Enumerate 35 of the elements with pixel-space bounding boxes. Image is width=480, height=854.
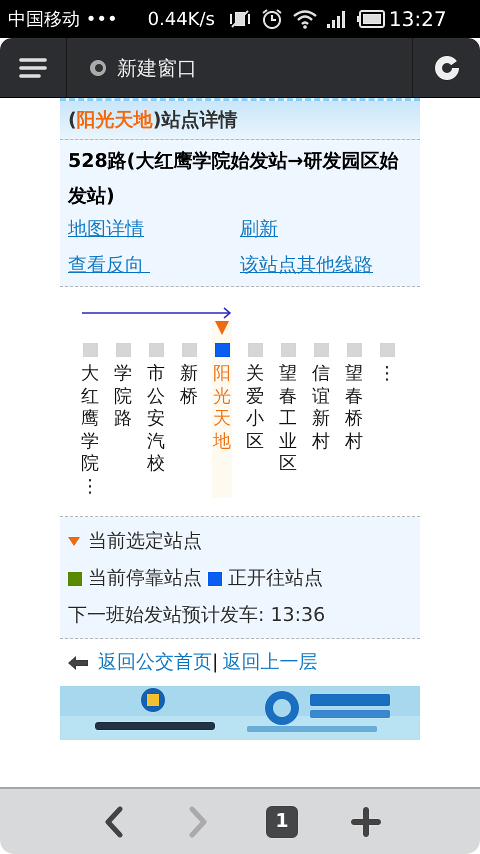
route-title: 528路(大红鹰学院始发站→研发园区始发站) bbox=[68, 149, 400, 209]
page-title: 新建窗口 bbox=[117, 54, 197, 82]
loading-icon bbox=[89, 58, 107, 76]
wifi-icon bbox=[292, 9, 317, 29]
clock-text: 13:27 bbox=[388, 6, 447, 33]
tab-count[interactable]: 1 bbox=[266, 806, 298, 838]
station-name[interactable]: 大红鹰学院⋮ bbox=[81, 363, 99, 498]
legend-label: 正开往站点 bbox=[228, 566, 323, 591]
link[interactable]: 返回公交首页 bbox=[98, 648, 212, 677]
station-name[interactable]: 信谊新村 bbox=[312, 363, 330, 453]
legend-label: 当前停靠站点 bbox=[88, 566, 202, 591]
back-arrow-icon bbox=[68, 656, 88, 670]
link[interactable]: 刷新 bbox=[240, 214, 278, 244]
legend-label: 当前选定站点 bbox=[88, 529, 202, 554]
next-departure: 下一班始发站预计发车: 13:36 bbox=[68, 603, 326, 628]
station-name[interactable]: 望春工业区 bbox=[279, 363, 297, 476]
battery-icon bbox=[356, 10, 385, 28]
network-speed: 0.44K/s bbox=[148, 8, 215, 32]
station-name[interactable]: 新桥 bbox=[180, 363, 198, 408]
muted-vibrate-icon bbox=[228, 9, 251, 29]
station-name[interactable]: ⋮ bbox=[378, 363, 396, 386]
carrier-text: 中国移动 ••• bbox=[8, 8, 118, 32]
station-name[interactable]: 市公安汽校 bbox=[147, 363, 165, 476]
link[interactable]: 该站点其他线路 bbox=[240, 250, 373, 280]
station-name[interactable]: 关爱小区 bbox=[246, 363, 264, 453]
plus-icon[interactable] bbox=[350, 806, 382, 838]
link[interactable]: 返回上一层 bbox=[222, 648, 318, 677]
station-name[interactable]: 学院路 bbox=[114, 363, 132, 430]
link[interactable]: 查看反向 bbox=[68, 250, 150, 280]
header-title: (阳光天地)站点详情 bbox=[68, 108, 238, 133]
signal-icon bbox=[326, 9, 347, 29]
station-name[interactable]: 望春桥村 bbox=[345, 363, 363, 453]
separator-text: | bbox=[212, 650, 218, 676]
alarm-icon bbox=[260, 8, 283, 30]
link[interactable]: 地图详情 bbox=[68, 214, 144, 244]
